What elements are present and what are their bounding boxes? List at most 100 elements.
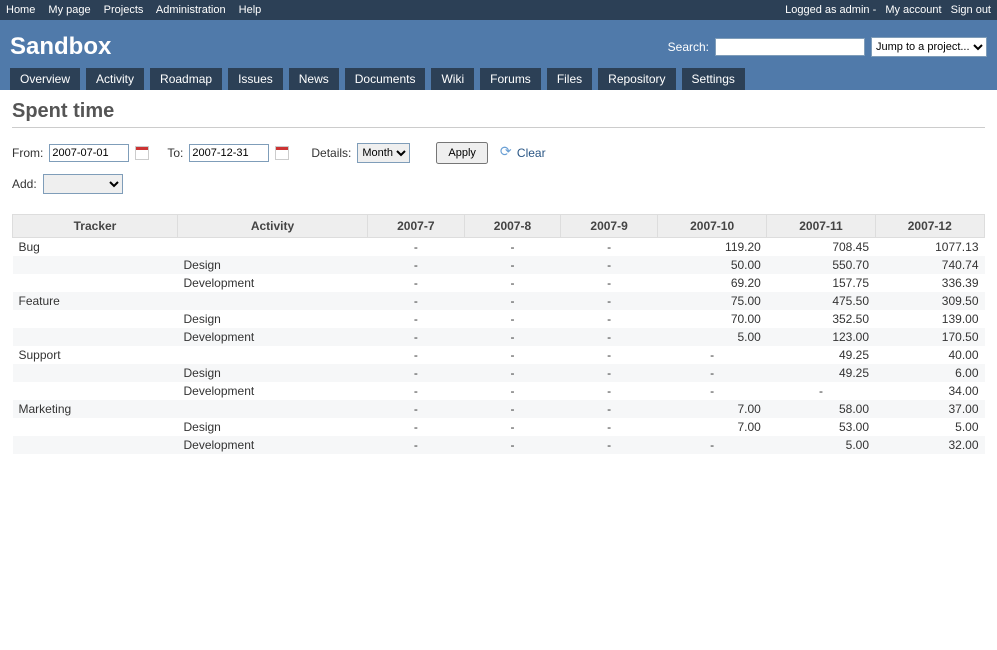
search-label: Search: [668,40,709,54]
header: Sandbox Search: Jump to a project... Ove… [0,20,997,90]
cell-value: - [464,364,561,382]
cell-value: 1077.13 [875,238,984,257]
cell-value: - [561,382,658,400]
cell-tracker: Bug [13,238,178,257]
cell-value: 7.00 [657,400,766,418]
cell-value: - [657,346,766,364]
content: Spent time From: To: Details: Month Appl… [0,90,997,464]
calendar-icon[interactable] [135,146,149,160]
cell-value: 6.00 [875,364,984,382]
th-period: 2007-10 [657,215,766,238]
cell-value: 75.00 [657,292,766,310]
th-period: 2007-8 [464,215,561,238]
cell-value: 50.00 [657,256,766,274]
tab-forums[interactable]: Forums [480,68,541,90]
cell-value: - [464,346,561,364]
cell-value: - [561,346,658,364]
nav-home[interactable]: Home [6,4,35,16]
th-period: 2007-7 [368,215,465,238]
nav-myaccount[interactable]: My account [885,4,941,16]
apply-button[interactable]: Apply [436,142,488,164]
page-title: Spent time [12,100,985,128]
th-period: 2007-9 [561,215,658,238]
tab-news[interactable]: News [289,68,339,90]
cell-value: - [368,382,465,400]
nav-projects[interactable]: Projects [104,4,144,16]
cell-value: - [368,274,465,292]
cell-value: 32.00 [875,436,984,454]
cell-value: - [561,328,658,346]
cell-activity [178,346,368,364]
calendar-icon[interactable] [275,146,289,160]
cell-activity [178,238,368,257]
tab-settings[interactable]: Settings [682,68,745,90]
cell-value: - [561,310,658,328]
cell-value: - [464,310,561,328]
search-area: Search: Jump to a project... [668,37,987,57]
filters: From: To: Details: Month Apply Clear [12,142,985,164]
add-select[interactable] [43,174,123,194]
cell-activity: Development [178,274,368,292]
nav-help[interactable]: Help [239,4,262,16]
project-jump-select[interactable]: Jump to a project... [871,37,987,57]
cell-activity [178,292,368,310]
search-input[interactable] [715,38,865,56]
cell-value: - [464,274,561,292]
table-row: Design---50.00550.70740.74 [13,256,985,274]
cell-value: 157.75 [767,274,875,292]
cell-tracker [13,310,178,328]
cell-tracker [13,364,178,382]
cell-value: - [767,382,875,400]
cell-tracker [13,274,178,292]
table-row: Development---69.20157.75336.39 [13,274,985,292]
add-label: Add: [12,177,37,191]
cell-value: - [561,400,658,418]
nav-signout[interactable]: Sign out [951,4,991,16]
report-table: Tracker Activity 2007-7 2007-8 2007-9 20… [12,214,985,454]
cell-value: - [464,256,561,274]
cell-value: 550.70 [767,256,875,274]
tab-overview[interactable]: Overview [10,68,80,90]
cell-value: - [368,238,465,257]
table-row: Development----5.0032.00 [13,436,985,454]
cell-value: 309.50 [875,292,984,310]
from-input[interactable] [49,144,129,162]
cell-activity: Design [178,256,368,274]
project-title: Sandbox [10,33,111,61]
cell-tracker [13,436,178,454]
tab-issues[interactable]: Issues [228,68,283,90]
cell-value: 5.00 [767,436,875,454]
tab-activity[interactable]: Activity [86,68,144,90]
nav-admin[interactable]: Administration [156,4,226,16]
tab-documents[interactable]: Documents [345,68,426,90]
cell-activity: Design [178,418,368,436]
cell-value: - [561,238,658,257]
th-activity: Activity [178,215,368,238]
cell-value: - [368,400,465,418]
cell-value: - [561,436,658,454]
tab-roadmap[interactable]: Roadmap [150,68,222,90]
cell-value: 119.20 [657,238,766,257]
cell-value: - [368,364,465,382]
top-menu-left: Home My page Projects Administration Hel… [6,4,271,16]
cell-value: - [368,256,465,274]
cell-value: 5.00 [657,328,766,346]
cell-tracker [13,328,178,346]
details-select[interactable]: Month [357,143,410,163]
clear-link[interactable]: Clear [500,146,546,160]
cell-value: 139.00 [875,310,984,328]
to-input[interactable] [189,144,269,162]
cell-tracker [13,382,178,400]
th-period: 2007-12 [875,215,984,238]
cell-value: 69.20 [657,274,766,292]
cell-value: - [368,418,465,436]
logged-as: Logged as admin [785,4,869,16]
cell-value: - [464,292,561,310]
cell-tracker: Feature [13,292,178,310]
cell-value: - [464,328,561,346]
nav-mypage[interactable]: My page [48,4,90,16]
tab-repository[interactable]: Repository [598,68,675,90]
tab-files[interactable]: Files [547,68,592,90]
th-tracker: Tracker [13,215,178,238]
tab-wiki[interactable]: Wiki [431,68,474,90]
